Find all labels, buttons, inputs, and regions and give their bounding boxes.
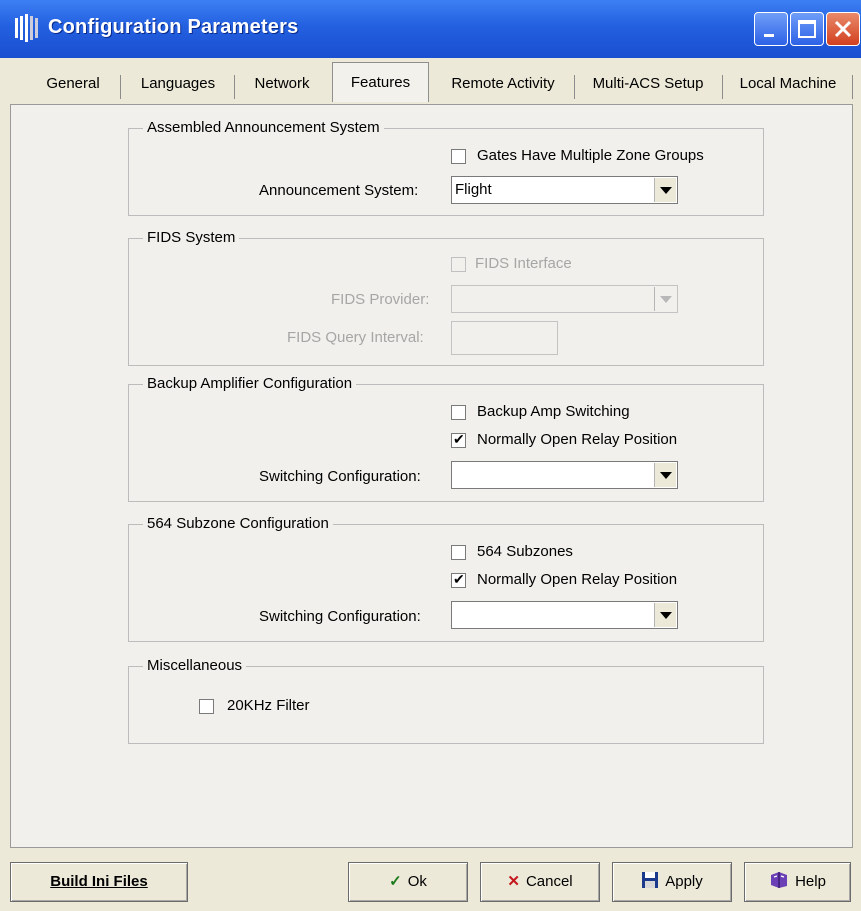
group-title: Assembled Announcement System [143,119,384,136]
tab-strip: General Languages Network Features Remot… [0,62,861,106]
group-title: 564 Subzone Configuration [143,515,333,532]
build-ini-files-label: Build Ini Files [50,873,148,890]
tab-multi-acs-setup[interactable]: Multi-ACS Setup [578,68,718,100]
chevron-down-icon [660,472,672,479]
help-book-icon [771,872,788,888]
maximize-icon [798,20,816,38]
subzone-normally-open-relay-checkbox[interactable]: ✔ [451,571,466,588]
chevron-down-icon [660,296,672,303]
group-title: Backup Amplifier Configuration [143,375,357,392]
backup-amplifier-group: Backup Amplifier Configuration Backup Am… [128,375,764,502]
check-glyph: ✔ [453,571,465,587]
fids-query-interval-input[interactable] [451,321,558,355]
564-subzones-label: 564 Subzones [477,543,573,560]
fids-interface-label: FIDS Interface [475,255,572,272]
close-button[interactable] [826,12,860,46]
maximize-button[interactable] [790,12,824,46]
apply-button[interactable]: Apply [612,862,732,902]
tab-local-machine[interactable]: Local Machine [726,68,850,100]
group-title: Miscellaneous [143,657,247,674]
miscellaneous-group: Miscellaneous 20KHz Filter [128,657,764,744]
tab-separator [722,75,723,99]
subzone-switching-configuration-select[interactable] [451,601,678,629]
announcement-system-select[interactable]: Flight [451,176,678,204]
app-icon [15,14,38,42]
announcement-system-value: Flight [455,181,492,198]
fids-interface-checkbox[interactable] [451,257,466,272]
gates-multiple-zone-label: Gates Have Multiple Zone Groups [477,147,704,164]
dropdown-arrow-button[interactable] [654,463,676,487]
subzone-normally-open-relay-label: Normally Open Relay Position [477,571,678,588]
tab-separator [852,75,853,99]
backup-switching-configuration-select[interactable] [451,461,678,489]
minimize-button[interactable] [754,12,788,46]
check-glyph: ✔ [453,431,465,447]
backup-amp-switching-label: Backup Amp Switching [477,403,630,420]
tab-separator [574,75,575,99]
apply-label: Apply [665,873,703,890]
x-icon: ✕ [507,873,520,890]
group-title: FIDS System [143,229,240,246]
minimize-icon [764,34,774,37]
fids-system-group: FIDS System FIDS Interface FIDS Provider… [128,229,764,366]
tab-languages[interactable]: Languages [124,68,232,100]
tab-remote-activity[interactable]: Remote Activity [436,68,570,100]
backup-switching-configuration-label: Switching Configuration: [259,468,421,485]
ok-button[interactable]: ✓ Ok [348,862,468,902]
window-title: Configuration Parameters [48,16,299,38]
backup-amp-switching-checkbox[interactable] [451,405,466,420]
564-subzones-checkbox[interactable] [451,545,466,560]
20khz-filter-checkbox[interactable] [199,699,214,714]
tab-network[interactable]: Network [238,68,326,100]
fids-provider-label: FIDS Provider: [331,291,430,308]
fids-query-interval-label: FIDS Query Interval: [287,329,424,346]
help-label: Help [795,873,826,890]
assembled-announcement-group: Assembled Announcement System Gates Have… [128,119,764,216]
tab-separator [120,75,121,99]
20khz-filter-label: 20KHz Filter [227,697,310,714]
backup-normally-open-relay-label: Normally Open Relay Position [477,431,678,448]
tab-separator [234,75,235,99]
cancel-label: Cancel [525,873,573,890]
chevron-down-icon [660,187,672,194]
gates-multiple-zone-checkbox[interactable] [451,149,466,164]
floppy-disk-icon [642,872,659,888]
chevron-down-icon [660,612,672,619]
close-icon [834,20,852,38]
cancel-button[interactable]: ✕ Cancel [480,862,600,902]
title-bar[interactable]: Configuration Parameters [0,0,861,58]
checkmark-icon: ✓ [389,873,402,890]
dropdown-arrow-button[interactable] [654,287,676,311]
tab-general[interactable]: General [30,68,116,100]
tab-features[interactable]: Features [332,62,429,102]
subzone-configuration-group: 564 Subzone Configuration 564 Subzones ✔… [128,515,764,642]
announcement-system-label: Announcement System: [259,182,419,199]
fids-provider-select[interactable] [451,285,678,313]
dropdown-arrow-button[interactable] [654,178,676,202]
help-button[interactable]: Help [744,862,851,902]
dropdown-arrow-button[interactable] [654,603,676,627]
subzone-switching-configuration-label: Switching Configuration: [259,608,421,625]
backup-normally-open-relay-checkbox[interactable]: ✔ [451,431,466,448]
ok-label: Ok [407,873,427,890]
build-ini-files-button[interactable]: Build Ini Files [10,862,188,902]
